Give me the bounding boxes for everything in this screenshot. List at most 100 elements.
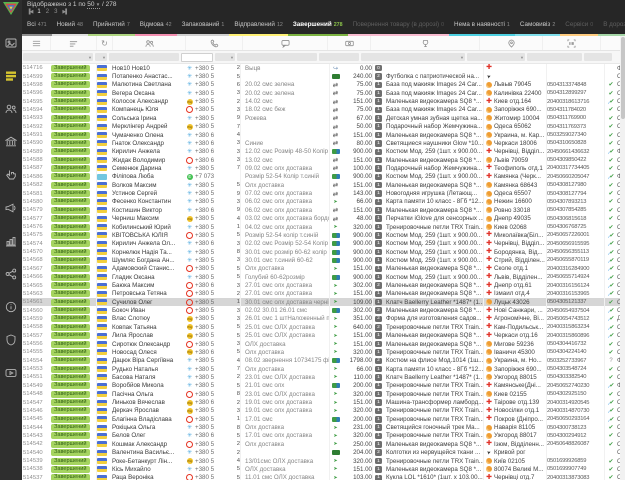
tracking-number[interactable]: 0504311784020 [547, 106, 605, 114]
page-2-button[interactable]: 2 [46, 9, 49, 15]
client-phone[interactable]: +380 5 [195, 407, 230, 415]
tracking-number[interactable]: 20400315860896 [547, 332, 605, 340]
client-phone[interactable]: +380 5 [195, 273, 230, 281]
tab-9[interactable]: Самовивіз2 [515, 19, 560, 36]
tracking-number[interactable]: 0504310650828 [547, 139, 605, 147]
client-phone[interactable]: +380 5 [195, 81, 230, 89]
tracking-number[interactable]: 20450656915595 [547, 240, 605, 248]
client-phone[interactable]: +380 5 [195, 415, 230, 423]
client-phone[interactable]: +380 5 [195, 72, 230, 80]
tracking-number[interactable]: 0504307893213 [547, 198, 605, 206]
table-row[interactable]: 514546ЗавершенийДеркач Ярославліц+380 53… [22, 407, 625, 415]
table-row[interactable]: 514590ЗавершенийГнаток Олександр✳+380 63… [22, 139, 625, 147]
table-row[interactable]: 514587ЗавершенийСеменюк Дарина✳+380 5709… [22, 164, 625, 172]
tracking-number[interactable]: 0503252733967 [547, 357, 605, 365]
table-row[interactable]: 514553ЗавершенийРудько Наталья✳+380 57Ол… [22, 365, 625, 373]
tab-5[interactable]: Відправлений12 [229, 19, 287, 36]
tracking-number[interactable]: 20400313873083 [547, 474, 605, 480]
client-phone[interactable]: +380 6 [195, 432, 230, 440]
client-phone[interactable]: +380 5 [195, 390, 230, 398]
filter-product[interactable]: ▼ [361, 53, 465, 61]
phone-column-icon[interactable] [186, 36, 243, 50]
filter-comment[interactable] [237, 53, 317, 61]
client-phone[interactable]: +380 6 [195, 148, 230, 156]
table-row[interactable]: 514568ЗавершенийШумляс Богдана Ан...✳+38… [22, 256, 625, 264]
client-phone[interactable]: +380 5 [195, 332, 230, 340]
tab-11[interactable]: В дорозі додому0 [598, 19, 625, 36]
client-phone[interactable]: +380 5 [195, 474, 230, 480]
tracking-number[interactable]: 20400316153965 [547, 290, 605, 298]
first-page-button[interactable]: ▐◀ [27, 9, 32, 15]
filter-client[interactable] [109, 53, 179, 61]
tracking-number[interactable]: 20450648826087 [547, 440, 605, 448]
client-phone[interactable]: +380 5 [195, 340, 230, 348]
client-phone[interactable]: +380 5 [195, 440, 230, 448]
client-phone[interactable]: +380 5 [195, 64, 230, 72]
tracking-number[interactable]: 0504302925150 [547, 390, 605, 398]
filter-tracking[interactable] [527, 53, 582, 61]
table-row[interactable]: 514545ЗавершенийБлагінна Владіслава+380 … [22, 415, 625, 423]
client-phone[interactable]: +380 6 [195, 240, 230, 248]
table-row[interactable]: 514596ЗавершенийВегера Оксана✳+380 5320.… [22, 89, 625, 97]
table-row[interactable]: 514542ЗавершенийКошмак Александр+380 52О… [22, 440, 625, 448]
client-phone[interactable]: +380 5 [195, 265, 230, 273]
client-phone[interactable]: +380 5 [195, 223, 230, 231]
table-row[interactable]: 514560ЗавершенийБокоч Иван+380 5302.02 3… [22, 306, 625, 314]
page-3-button[interactable]: 3 [54, 9, 57, 15]
client-phone[interactable]: +380 5 [195, 306, 230, 314]
client-phone[interactable]: +380 5 [195, 189, 230, 197]
tracking-number[interactable]: 0504311769373 [547, 123, 605, 131]
table-row[interactable]: 514580ЗавершенийФесенко Константин✳+380 … [22, 198, 625, 206]
tracking-number[interactable]: 20450654937504 [547, 306, 605, 314]
table-row[interactable]: 514593ЗавершенийСольська Ірина✳+380 59Ро… [22, 114, 625, 122]
tracking-number[interactable]: 0504303382540 [547, 373, 605, 381]
filter-phone-input[interactable] [181, 53, 213, 62]
client-phone[interactable]: +380 5 [195, 457, 230, 465]
table-row[interactable]: 514543ЗавершенийБелов Олег✳+380 6517.01 … [22, 432, 625, 440]
table-row[interactable]: 514565ЗавершенийБаюка Максим+380 6327.01… [22, 281, 625, 289]
client-phone[interactable]: +380 6 [195, 206, 230, 214]
client-phone[interactable]: +380 5 [195, 323, 230, 331]
filter-id-status[interactable]: ▼ [23, 53, 93, 61]
table-row[interactable]: 514540ЗавершенийВалентина Васильє...✳+38… [22, 449, 625, 457]
tab-10[interactable]: Сервіси0 [560, 19, 598, 36]
tab-1[interactable]: Новий48 [52, 19, 88, 36]
table-row[interactable]: 514598ЗавершенийМалютина Светлана✳+380 5… [22, 81, 625, 89]
dashboard-icon[interactable] [4, 36, 18, 49]
client-phone[interactable]: +380 5 [195, 214, 230, 222]
tracking-number[interactable] [547, 449, 605, 457]
client-phone[interactable]: +380 5 [195, 423, 230, 431]
table-row[interactable]: 514539ЗавершенийРоке-Бетанкурт Лін...ліц… [22, 457, 625, 465]
client-phone[interactable]: +380 5 [195, 357, 230, 365]
tracking-number[interactable]: 20400317734405 [547, 164, 605, 172]
client-phone[interactable]: +380 5 [195, 382, 230, 390]
tracking-number[interactable]: 20450654743512 [547, 315, 605, 323]
tracking-number[interactable]: 20450657226001 [547, 231, 605, 239]
tracking-number[interactable]: 20450660205047 [547, 173, 605, 181]
video-icon[interactable] [4, 366, 18, 379]
tracking-number[interactable] [547, 64, 605, 72]
filter-payment[interactable] [319, 53, 359, 61]
table-row[interactable]: 514581ЗавершенийУстинов Сергей✳+380 5907… [22, 189, 625, 197]
client-phone[interactable]: +380 5 [195, 449, 230, 457]
table-row[interactable]: 514555ЗавершенийНовосад Олесяліц+380 65О… [22, 348, 625, 356]
client-phone[interactable]: +380 5 [195, 89, 230, 97]
tab-6[interactable]: Завершений278 [288, 19, 348, 36]
tracking-number[interactable]: 0504311769900 [547, 114, 605, 122]
client-phone[interactable]: +380 5 [195, 465, 230, 473]
table-row[interactable]: 514563ЗавершенийПетровська Тетяна+380 52… [22, 290, 625, 298]
tracking-number[interactable]: 0504305121337 [547, 298, 605, 306]
table-row[interactable]: 514544ЗавершенийРокіцька Ольга✳+380 58Ол… [22, 423, 625, 431]
table-row[interactable]: 514599ЗавершенийПотапенко Анастас...✳+38… [22, 72, 625, 80]
table-row[interactable]: 514556ЗавершенийСиротюк Олександр+380 53… [22, 340, 625, 348]
tracking-number[interactable]: 0504308127794 [547, 189, 605, 197]
tracking-number[interactable]: 0504308127980 [547, 181, 605, 189]
tracking-number[interactable]: 0501699907749 [547, 465, 605, 473]
table-row[interactable]: 514558ЗавершенийКовпак Татьяналіц+380 55… [22, 323, 625, 331]
client-phone[interactable]: +380 5 [195, 106, 230, 114]
scrollbar-thumb[interactable] [621, 37, 625, 119]
info-icon[interactable] [4, 300, 18, 313]
tracking-number[interactable]: 20450650293164 [547, 415, 605, 423]
table-row[interactable]: 514594ЗавершенийКомпанець Юля+380 5318.0… [22, 106, 625, 114]
bank-icon[interactable] [4, 135, 18, 148]
